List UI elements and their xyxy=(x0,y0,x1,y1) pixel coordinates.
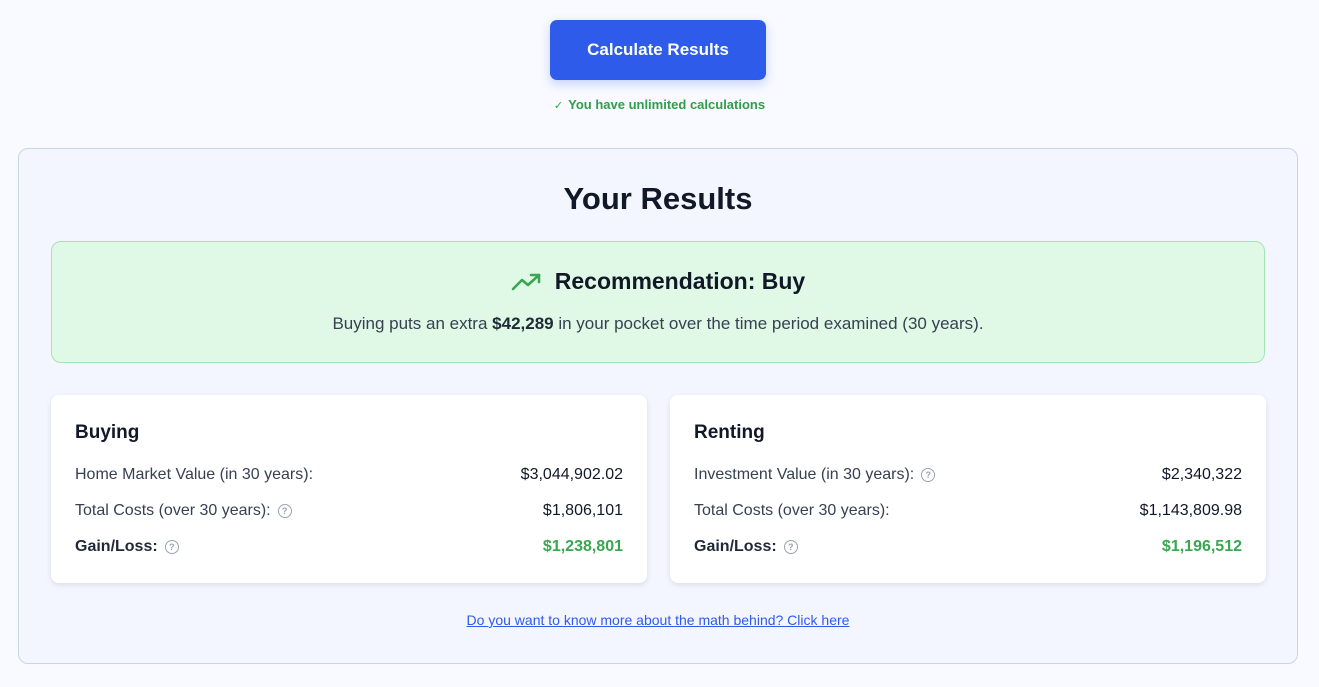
recommendation-heading: Recommendation: Buy xyxy=(554,268,806,294)
row-value: $1,238,801 xyxy=(542,538,623,555)
row-label: Investment Value (in 30 years): xyxy=(694,466,915,483)
buying-row-total-costs: Total Costs (over 30 years):? $1,806,101 xyxy=(75,500,623,522)
row-value: $3,044,902.02 xyxy=(520,466,623,483)
math-explanation-link[interactable]: Do you want to know more about the math … xyxy=(19,612,1297,628)
row-label: Total Costs (over 30 years): xyxy=(694,502,890,519)
help-icon[interactable]: ? xyxy=(783,540,798,554)
row-label-wrap: Gain/Loss:? xyxy=(694,538,798,556)
renting-title: Renting xyxy=(694,422,765,443)
row-label-wrap: Total Costs (over 30 years):? xyxy=(75,502,292,520)
renting-row-total-costs: Total Costs (over 30 years): $1,143,809.… xyxy=(694,500,1242,522)
row-label: Gain/Loss: xyxy=(75,538,158,555)
recommendation-text: Buying puts an extra $42,289 in your poc… xyxy=(52,314,1264,334)
unlimited-text: You have unlimited calculations xyxy=(568,97,766,112)
recommendation-heading-row: Recommendation: Buy xyxy=(52,268,1264,295)
row-label: Total Costs (over 30 years): xyxy=(75,502,271,519)
action-area: Calculate Results ✓ You have unlimited ca… xyxy=(0,0,1319,148)
row-label: Home Market Value (in 30 years): xyxy=(75,466,314,483)
trending-up-icon xyxy=(511,273,541,290)
buying-row-market-value: Home Market Value (in 30 years): $3,044,… xyxy=(75,464,623,486)
results-title: Your Results xyxy=(563,181,753,216)
row-value: $1,806,101 xyxy=(542,502,623,519)
calculate-results-button[interactable]: Calculate Results xyxy=(550,20,766,80)
row-label-wrap: Gain/Loss:? xyxy=(75,538,179,556)
help-icon[interactable]: ? xyxy=(164,540,179,554)
buying-card: Buying Home Market Value (in 30 years): … xyxy=(51,395,647,583)
row-label: Gain/Loss: xyxy=(694,538,777,555)
recommendation-text-prefix: Buying puts an extra xyxy=(332,314,493,333)
renting-card: Renting Investment Value (in 30 years):?… xyxy=(670,395,1266,583)
help-icon[interactable]: ? xyxy=(921,468,936,482)
unlimited-calculations-note: ✓ You have unlimited calculations xyxy=(0,97,1319,112)
row-value: $1,143,809.98 xyxy=(1139,502,1242,519)
row-value: $1,196,512 xyxy=(1161,538,1242,555)
renting-row-gain-loss: Gain/Loss:? $1,196,512 xyxy=(694,536,1242,558)
results-panel: Your Results Recommendation: Buy Buying … xyxy=(18,148,1298,664)
help-icon[interactable]: ? xyxy=(277,504,292,518)
row-label-wrap: Investment Value (in 30 years):? xyxy=(694,466,936,484)
recommendation-box: Recommendation: Buy Buying puts an extra… xyxy=(51,241,1265,363)
buying-title: Buying xyxy=(75,422,140,443)
recommendation-text-suffix: in your pocket over the time period exam… xyxy=(553,314,984,333)
buying-row-gain-loss: Gain/Loss:? $1,238,801 xyxy=(75,536,623,558)
check-icon: ✓ xyxy=(553,100,564,112)
row-value: $2,340,322 xyxy=(1161,466,1242,483)
renting-row-investment-value: Investment Value (in 30 years):? $2,340,… xyxy=(694,464,1242,486)
recommendation-amount: $42,289 xyxy=(492,314,554,333)
